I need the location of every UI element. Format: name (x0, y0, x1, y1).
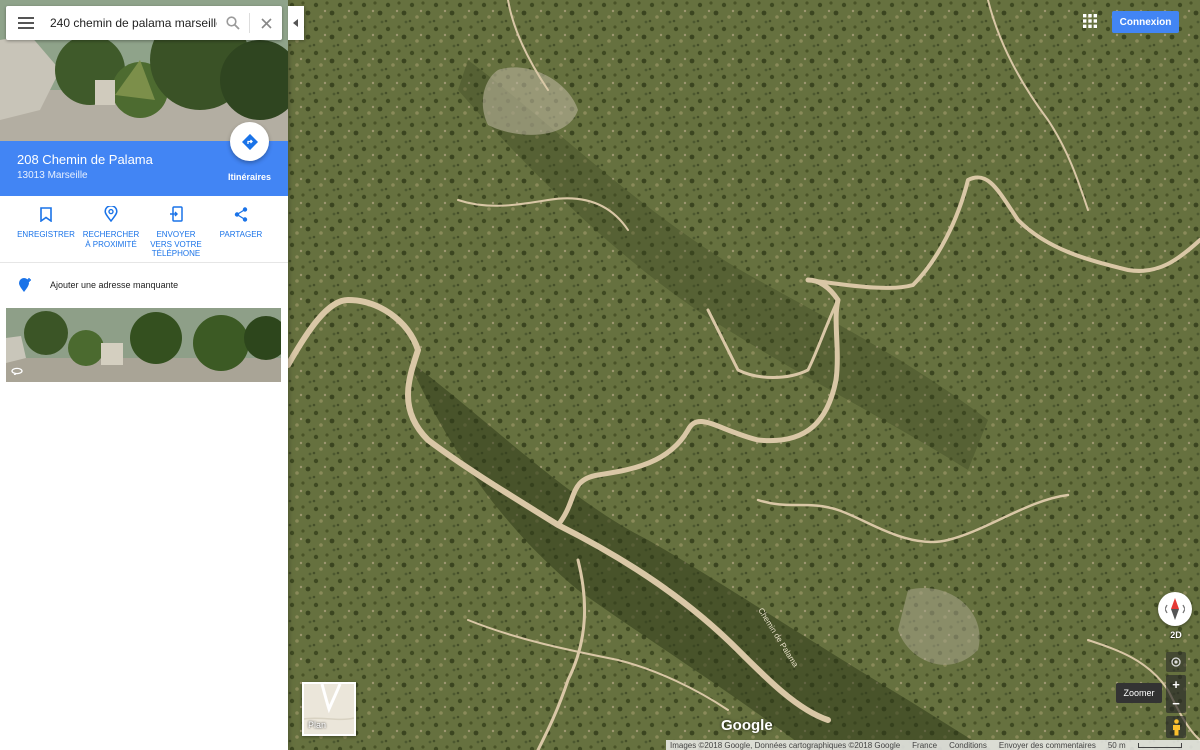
apps-grid-icon (1083, 14, 1097, 28)
zoom-control: + − (1166, 675, 1186, 713)
search-button[interactable] (217, 6, 249, 40)
save-button[interactable]: ENREGISTRER (13, 205, 79, 240)
map-footer: Images ©2018 Google, Données cartographi… (666, 740, 1200, 750)
compass-button[interactable] (1158, 592, 1192, 626)
directions-label[interactable]: Itinéraires (228, 172, 271, 182)
share-button[interactable]: PARTAGER (208, 205, 274, 240)
street-view-thumbnail[interactable] (6, 308, 281, 382)
imagery-attribution: Images ©2018 Google, Données cartographi… (670, 740, 901, 750)
search-box: 240 chemin de palama marseille (6, 6, 282, 40)
toggle-2d-button[interactable]: 2D (1166, 630, 1186, 646)
layer-switcher[interactable]: Plan (302, 682, 356, 736)
add-address-label: Ajouter une adresse manquante (50, 280, 179, 290)
add-missing-address[interactable]: Ajouter une adresse manquante (0, 270, 288, 300)
feedback-link[interactable]: Envoyer des commentaires (999, 741, 1096, 750)
search-input[interactable]: 240 chemin de palama marseille (46, 16, 217, 30)
place-subtitle: 13013 Marseille (17, 170, 88, 181)
share-icon (234, 206, 248, 222)
terms-link[interactable]: Conditions (949, 741, 987, 750)
country-link[interactable]: France (912, 741, 937, 750)
google-apps-button[interactable] (1083, 14, 1097, 33)
scale-label[interactable]: 50 m (1108, 741, 1126, 750)
send-to-phone-button[interactable]: ENVOYER VERS VOTRE TÉLÉPHONE (143, 205, 209, 259)
add-location-icon (18, 278, 31, 292)
nearby-icon (104, 206, 118, 222)
collapse-panel-button[interactable] (288, 6, 304, 40)
menu-button[interactable] (6, 6, 46, 40)
action-bar: ENREGISTRER RECHERCHER À PROXIMITÉ ENVOY… (0, 196, 288, 263)
clear-search-button[interactable] (250, 6, 282, 40)
bookmark-icon (40, 206, 52, 222)
zoom-out-button[interactable]: − (1166, 694, 1186, 713)
my-location-button[interactable] (1166, 652, 1186, 672)
search-nearby-button[interactable]: RECHERCHER À PROXIMITÉ (78, 205, 144, 249)
satellite-map[interactable]: Chemin de Palama (288, 0, 1200, 750)
send-to-phone-icon (169, 206, 183, 222)
layer-label: Plan (308, 720, 327, 730)
share-label: PARTAGER (219, 230, 263, 239)
side-panel: 240 chemin de palama marseille 208 Chemi… (0, 0, 288, 750)
compass-icon (1165, 598, 1185, 620)
satellite-terrain[interactable]: Chemin de Palama (288, 0, 1200, 750)
directions-button[interactable] (230, 122, 269, 161)
pegman-icon (1172, 718, 1180, 735)
my-location-icon (1171, 657, 1181, 667)
place-title: 208 Chemin de Palama (17, 152, 153, 167)
search-nearby-label: RECHERCHER À PROXIMITÉ (82, 230, 140, 249)
scale-bar (1137, 742, 1182, 748)
chevron-left-icon (293, 19, 298, 27)
google-logo: Google (721, 717, 773, 734)
save-label: ENREGISTRER (17, 230, 75, 239)
close-icon (260, 17, 272, 29)
zoom-in-button[interactable]: + (1166, 675, 1186, 694)
panorama-icon (11, 367, 23, 375)
place-header: 208 Chemin de Palama 13013 Marseille Iti… (0, 122, 288, 196)
street-view-pegman[interactable] (1166, 716, 1186, 738)
directions-icon (241, 133, 258, 150)
zoom-tooltip: Zoomer (1116, 683, 1162, 703)
sign-in-button[interactable]: Connexion (1112, 11, 1179, 33)
hamburger-icon (18, 17, 34, 29)
search-icon (226, 16, 240, 30)
send-to-phone-label: ENVOYER VERS VOTRE TÉLÉPHONE (150, 230, 202, 258)
